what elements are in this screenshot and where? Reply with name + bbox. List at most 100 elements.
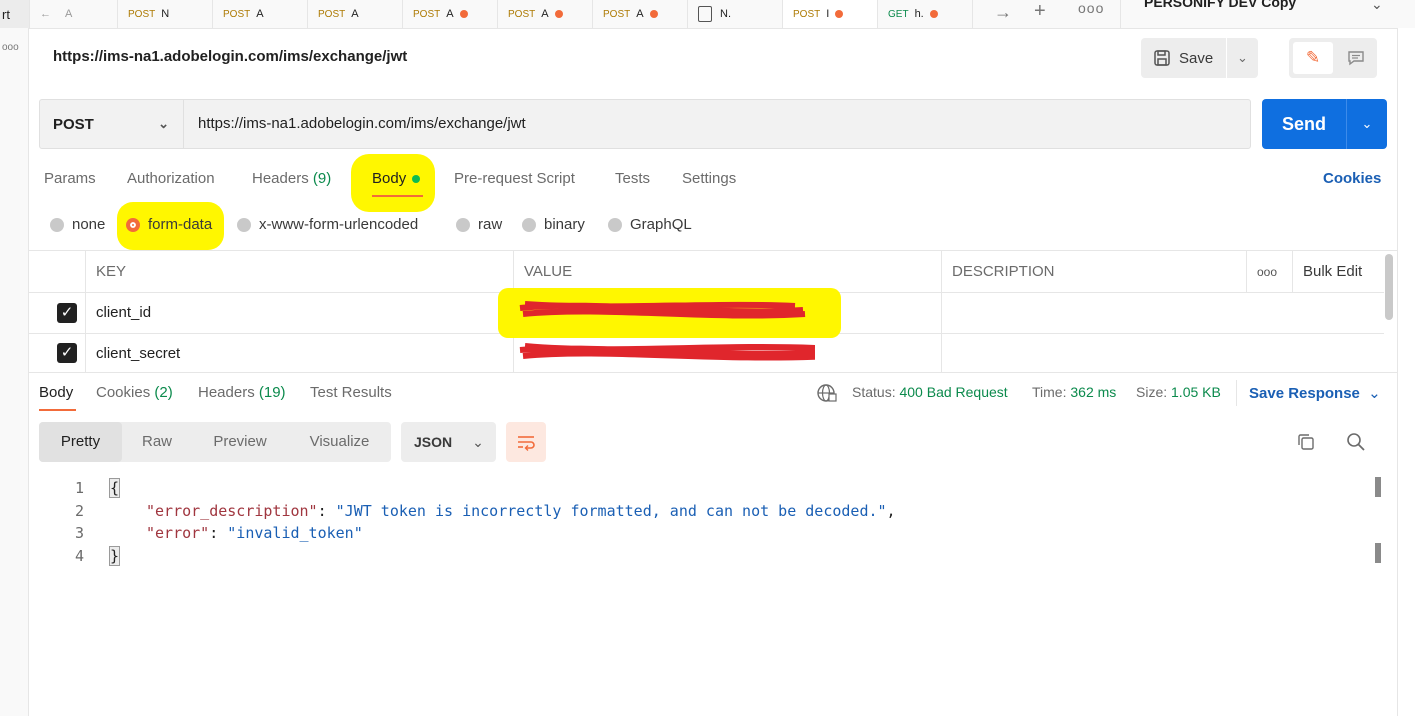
tab-authorization[interactable]: Authorization	[127, 170, 215, 187]
view-preview[interactable]: Preview	[192, 422, 288, 462]
tab-item[interactable]: POST A	[308, 0, 403, 28]
unsaved-dot-icon	[835, 10, 844, 18]
request-title: https://ims-na1.adobelogin.com/ims/excha…	[53, 48, 408, 65]
url-input[interactable]: https://ims-na1.adobelogin.com/ims/excha…	[198, 115, 526, 132]
tab-item[interactable]: POST A	[213, 0, 308, 28]
param-key[interactable]: client_id	[85, 292, 513, 333]
unsaved-dot-icon	[929, 10, 938, 18]
unsaved-dot-icon	[649, 10, 658, 18]
editor-scrollbar[interactable]	[1375, 543, 1381, 563]
radio-form-data[interactable]: form-data	[126, 216, 212, 233]
tab-item[interactable]: GET h.	[878, 0, 973, 28]
tab-response-cookies[interactable]: Cookies (2)	[96, 384, 173, 401]
chevron-down-icon[interactable]: ⌄	[1227, 50, 1258, 66]
table-scrollbar[interactable]	[1385, 254, 1393, 320]
editor-scrollbar[interactable]	[1375, 477, 1381, 497]
tab-item[interactable]: N.	[688, 0, 783, 28]
comment-icon[interactable]	[1341, 44, 1371, 72]
param-description[interactable]	[941, 333, 1384, 373]
view-raw[interactable]: Raw	[122, 422, 192, 462]
more-icon[interactable]: ooo	[1078, 0, 1104, 16]
tab-item[interactable]: POST A	[593, 0, 688, 28]
send-label: Send	[1262, 99, 1347, 149]
save-label: Save	[1179, 49, 1214, 67]
arrow-right-icon[interactable]: →	[994, 2, 1012, 23]
more-icon[interactable]: ooo	[2, 42, 19, 53]
tab-item[interactable]: ← A	[30, 0, 118, 28]
sidebar-fragment: rt	[0, 0, 30, 28]
json-brace: }	[108, 545, 121, 566]
tab-response-body[interactable]: Body	[39, 384, 73, 401]
line-number: 4	[74, 546, 84, 565]
wrap-lines-icon[interactable]	[506, 422, 546, 462]
response-time[interactable]: 362 ms	[1070, 384, 1116, 400]
method-label: POST	[53, 115, 94, 133]
arrow-left-icon[interactable]: ←	[40, 8, 51, 20]
tab-settings[interactable]: Settings	[682, 170, 736, 187]
chevron-down-icon: ⌄	[1371, 0, 1383, 12]
new-tab-icon[interactable]: +	[1034, 0, 1046, 23]
more-icon[interactable]: ooo	[1246, 251, 1292, 292]
method-select[interactable]: POST ⌄	[40, 100, 184, 148]
tab-item[interactable]: POST N	[118, 0, 213, 28]
mode-toggle[interactable]: ✎	[1289, 38, 1377, 78]
save-icon	[1154, 50, 1170, 66]
response-body-editor[interactable]: 1 2 3 4 { "error_description": "JWT toke…	[60, 477, 1360, 577]
tab-response-headers[interactable]: Headers (19)	[198, 384, 286, 401]
unsaved-dot-icon	[554, 10, 563, 18]
tab-item[interactable]: POST A	[403, 0, 498, 28]
body-type-radios: none form-data x-www-form-urlencoded raw…	[48, 216, 748, 236]
tab-tests[interactable]: Tests	[615, 170, 650, 187]
tab-test-results[interactable]: Test Results	[310, 384, 392, 401]
search-icon[interactable]	[1346, 432, 1366, 457]
response-size[interactable]: 1.05 KB	[1171, 384, 1221, 400]
json-value: "invalid_token"	[227, 524, 363, 542]
chevron-down-icon: ⌄	[472, 433, 484, 450]
tab-item-active[interactable]: POST I	[783, 0, 878, 28]
environment-selector[interactable]: PERSONIFY DEV Copy ⌄	[1120, 0, 1415, 28]
cookies-link[interactable]: Cookies	[1323, 170, 1381, 187]
tab-pre-request-script[interactable]: Pre-request Script	[454, 170, 575, 187]
divider	[29, 372, 1397, 373]
status-info: Status: 400 Bad Request	[852, 384, 1008, 400]
line-number: 1	[74, 479, 84, 497]
url-bar: POST ⌄ https://ims-na1.adobelogin.com/im…	[39, 99, 1251, 149]
json-value: "JWT token is incorrectly formatted, and…	[335, 501, 887, 520]
radio-selected-icon	[126, 217, 140, 232]
radio-graphql[interactable]: GraphQL	[608, 216, 692, 233]
view-visualize[interactable]: Visualize	[288, 422, 391, 462]
line-number: 3	[74, 524, 84, 542]
format-select[interactable]: JSON ⌄	[401, 422, 496, 462]
table-header-row: KEY VALUE DESCRIPTION ooo Bulk Edit	[29, 251, 1384, 293]
param-key[interactable]: client_secret	[85, 333, 513, 373]
radio-binary[interactable]: binary	[522, 216, 585, 233]
status-code[interactable]: 400 Bad Request	[899, 384, 1007, 400]
status-dot-icon	[412, 175, 421, 184]
tab-headers[interactable]: Headers (9)	[252, 170, 331, 187]
tab-params[interactable]: Params	[44, 170, 96, 187]
active-tab-underline	[39, 409, 76, 411]
tab-body[interactable]: Body	[372, 170, 421, 187]
chevron-down-icon[interactable]: ⌄	[1347, 116, 1387, 132]
checkbox-checked[interactable]: ✓	[57, 343, 77, 363]
save-response-button[interactable]: Save Response ⌄	[1249, 384, 1381, 402]
column-header-key: KEY	[85, 251, 513, 292]
sidebar-strip: ooo	[0, 28, 29, 716]
view-pretty[interactable]: Pretty	[39, 422, 122, 462]
size-info: Size: 1.05 KB	[1136, 384, 1221, 400]
tab-item[interactable]: POST A	[498, 0, 593, 28]
radio-urlencoded[interactable]: x-www-form-urlencoded	[237, 216, 418, 233]
send-button[interactable]: Send ⌄	[1262, 99, 1387, 149]
checkbox-checked[interactable]: ✓	[57, 302, 77, 323]
param-description[interactable]	[941, 292, 1384, 333]
copy-icon[interactable]	[1296, 432, 1316, 457]
save-button[interactable]: Save ⌄	[1141, 38, 1258, 78]
active-tab-underline	[372, 195, 423, 197]
request-tabs: Params Authorization Headers (9) Body Pr…	[44, 170, 764, 197]
globe-icon[interactable]	[816, 383, 838, 403]
json-key: "error_description"	[146, 501, 318, 520]
pencil-icon[interactable]: ✎	[1293, 42, 1333, 74]
radio-raw[interactable]: raw	[456, 216, 502, 233]
bulk-edit-button[interactable]: Bulk Edit	[1292, 251, 1384, 292]
radio-none[interactable]: none	[50, 216, 105, 233]
